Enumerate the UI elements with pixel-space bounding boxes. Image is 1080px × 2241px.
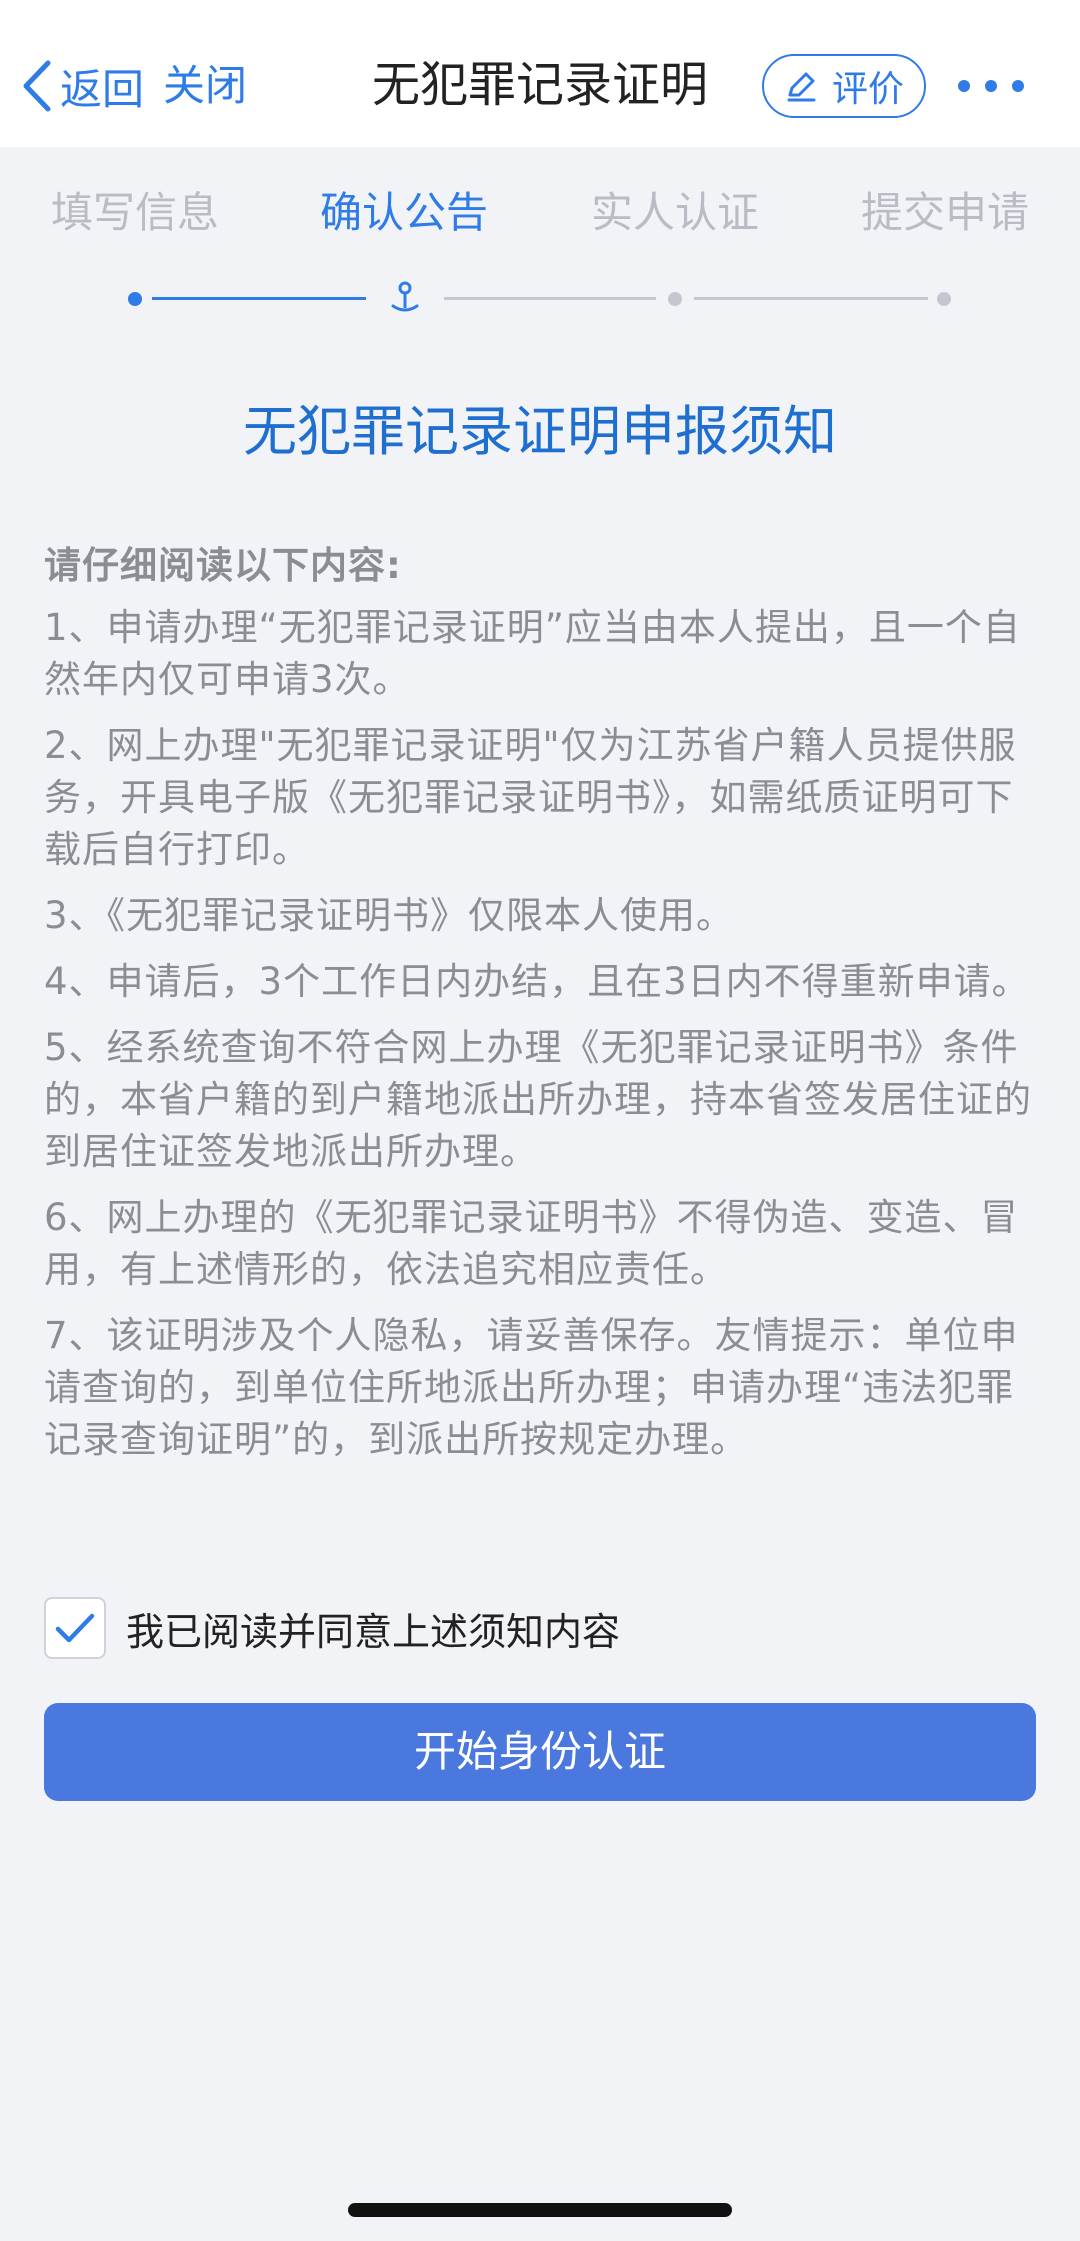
step-progress-bar: [0, 280, 1080, 316]
checkmark-icon: [55, 1613, 95, 1643]
agreement-row[interactable]: 我已阅读并同意上述须知内容: [44, 1595, 620, 1661]
notice-item: 3、《无犯罪记录证明书》仅限本人使用。: [44, 894, 735, 937]
back-label: 返回: [60, 64, 145, 114]
agreement-label: 我已阅读并同意上述须知内容: [126, 1609, 621, 1654]
notice-item: 5、经系统查询不符合网上办理《无犯罪记录证明书》条件的，本省户籍的到户籍地派出所…: [44, 1026, 1032, 1173]
progress-line-pending: [444, 297, 656, 300]
notice-item: 6、网上办理的《无犯罪记录证明书》不得伪造、变造、冒用，有上述情形的，依法追究相…: [44, 1196, 1019, 1291]
page-title: 无犯罪记录证明: [371, 57, 708, 113]
progress-line-pending: [694, 297, 928, 300]
agreement-checkbox[interactable]: [44, 1597, 106, 1659]
step-identity-verification: 实人认证: [590, 188, 759, 237]
progress-dot-done: [128, 292, 142, 306]
progress-dot-pending: [668, 292, 682, 306]
progress-line-done: [152, 297, 366, 300]
more-menu-button[interactable]: [958, 70, 1024, 102]
location-pin-icon: [391, 281, 419, 312]
more-dot-icon: [1012, 80, 1024, 92]
notice-item: 4、申请后，3个工作日内办结，且在3日内不得重新申请。: [44, 960, 1030, 1003]
rate-label: 评价: [831, 69, 904, 110]
home-indicator: [348, 2203, 732, 2217]
notice-title: 无犯罪记录证明申报须知: [243, 400, 837, 463]
progress-dot-pending: [937, 292, 951, 306]
step-fill-info: 填写信息: [50, 188, 219, 237]
chevron-left-icon: [23, 60, 51, 112]
more-dot-icon: [958, 80, 970, 92]
notice-item: 2、网上办理"无犯罪记录证明"仅为江苏省户籍人员提供服务，开具电子版《无犯罪记录…: [44, 724, 1017, 871]
rate-button[interactable]: 评价: [762, 54, 926, 118]
close-button[interactable]: 关闭: [163, 56, 247, 116]
step-submit-application: 提交申请: [860, 188, 1029, 237]
step-tabs: 填写信息 确认公告 实人认证 提交申请: [0, 178, 1080, 248]
navbar: 返回 关闭 无犯罪记录证明 评价: [0, 0, 1080, 147]
notice-body: 请仔细阅读以下内容: 1、申请办理“无犯罪记录证明”应当由本人提出，且一个自然年…: [44, 540, 1038, 1480]
notice-item: 1、申请办理“无犯罪记录证明”应当由本人提出，且一个自然年内仅可申请3次。: [44, 606, 1021, 701]
back-button[interactable]: 返回: [20, 56, 144, 116]
start-identity-verification-button[interactable]: 开始身份认证: [44, 1703, 1036, 1801]
edit-pencil-icon: [787, 72, 816, 102]
notice-item: 7、该证明涉及个人隐私，请妥善保存。友情提示：单位申请查询的，到单位住所地派出所…: [44, 1314, 1019, 1461]
more-dot-icon: [985, 80, 997, 92]
notice-lead: 请仔细阅读以下内容:: [44, 544, 402, 587]
step-confirm-notice: 确认公告: [319, 188, 488, 237]
